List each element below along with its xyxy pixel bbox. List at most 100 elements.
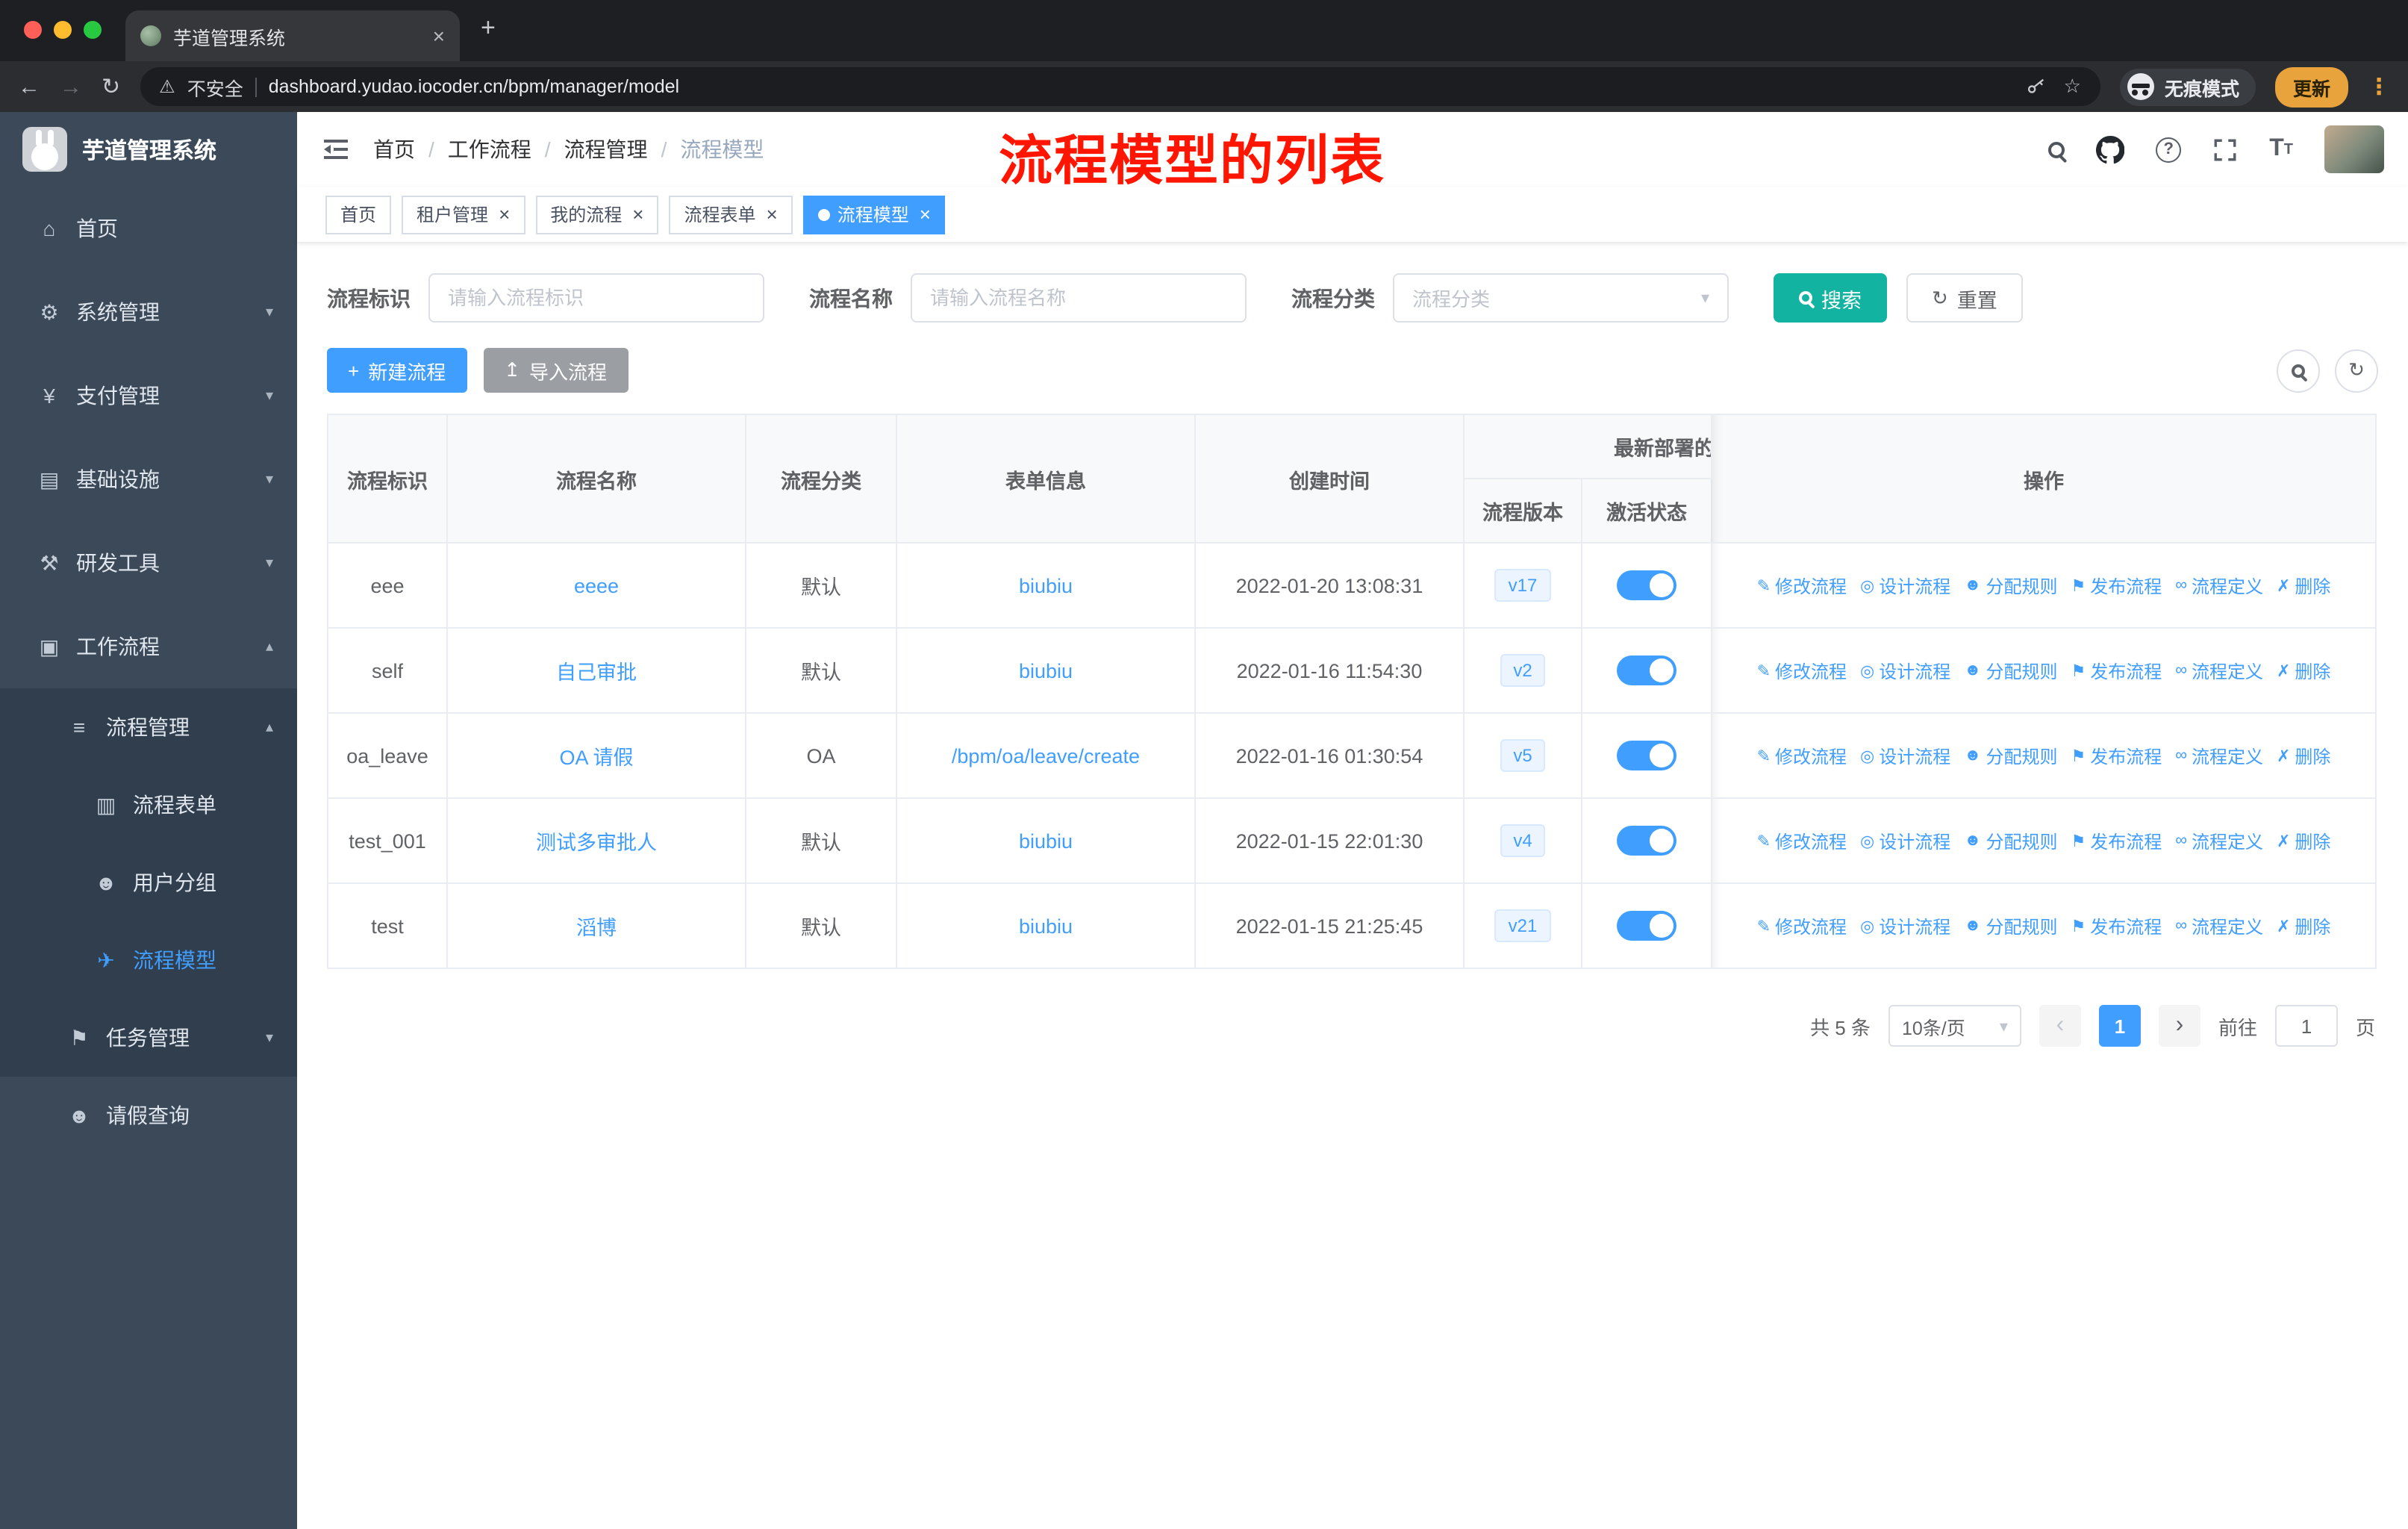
tag-process-model[interactable]: 流程模型 ×	[802, 195, 946, 234]
hamburger-icon[interactable]	[321, 134, 351, 164]
bookmark-star-icon[interactable]: ☆	[2064, 75, 2081, 99]
design-action-link[interactable]: ◎ 设计流程	[1860, 828, 1950, 853]
reset-button[interactable]: ↻ 重置	[1906, 273, 2023, 323]
form-info-link[interactable]: biubiu	[1019, 659, 1073, 682]
form-info-link[interactable]: biubiu	[1019, 574, 1073, 597]
search-icon[interactable]	[2048, 141, 2065, 158]
delete-action-link[interactable]: ✗ 删除	[2277, 913, 2330, 938]
assign-action-link[interactable]: ☻ 分配规则	[1964, 573, 2057, 598]
import-process-button[interactable]: ↥ 导入流程	[483, 348, 628, 393]
active-toggle[interactable]	[1617, 826, 1676, 856]
sidebar-item-workflow[interactable]: ▣ 工作流程 ▴	[0, 605, 297, 688]
window-close-button[interactable]	[24, 21, 42, 39]
tag-close-icon[interactable]: ×	[767, 203, 778, 225]
breadcrumb-item-home[interactable]: 首页	[373, 134, 415, 164]
active-toggle[interactable]	[1617, 741, 1676, 770]
process-name-input[interactable]	[911, 273, 1247, 323]
assign-action-link[interactable]: ☻ 分配规则	[1964, 913, 2057, 938]
forward-icon[interactable]: →	[60, 74, 82, 99]
window-minimize-button[interactable]	[54, 21, 72, 39]
sidebar-item-infrastructure[interactable]: ▤ 基础设施 ▾	[0, 437, 297, 521]
new-tab-button[interactable]: +	[481, 13, 496, 43]
sidebar-item-process-form[interactable]: ▥ 流程表单	[0, 766, 297, 844]
process-name-link[interactable]: 测试多审批人	[536, 832, 657, 854]
sidebar-item-process-mgmt[interactable]: ≡ 流程管理 ▴	[0, 688, 297, 766]
window-zoom-button[interactable]	[84, 21, 102, 39]
sidebar-item-dev-tools[interactable]: ⚒ 研发工具 ▾	[0, 521, 297, 605]
page-number-button[interactable]: 1	[2098, 1005, 2141, 1047]
tag-my-process[interactable]: 我的流程 ×	[535, 195, 659, 234]
design-action-link[interactable]: ◎ 设计流程	[1860, 573, 1950, 598]
active-toggle[interactable]	[1617, 911, 1676, 941]
publish-action-link[interactable]: ⚑ 发布流程	[2071, 743, 2162, 768]
browser-tab[interactable]: 芋道管理系统 ×	[125, 10, 460, 61]
form-info-link[interactable]: biubiu	[1019, 829, 1073, 852]
delete-action-link[interactable]: ✗ 删除	[2277, 828, 2330, 853]
delete-action-link[interactable]: ✗ 删除	[2277, 573, 2330, 598]
tag-home[interactable]: 首页	[325, 195, 392, 234]
active-toggle[interactable]	[1617, 570, 1676, 600]
prev-page-button[interactable]: ‹	[2039, 1005, 2081, 1047]
assign-action-link[interactable]: ☻ 分配规则	[1964, 743, 2057, 768]
breadcrumb-item-process-mgmt[interactable]: 流程管理	[564, 134, 648, 164]
fullscreen-icon[interactable]	[2212, 137, 2238, 162]
process-name-link[interactable]: OA 请假	[559, 747, 633, 769]
toggle-search-button[interactable]	[2277, 349, 2320, 392]
definition-action-link[interactable]: ∞ 流程定义	[2175, 828, 2263, 853]
edit-action-link[interactable]: ✎ 修改流程	[1757, 573, 1847, 598]
definition-action-link[interactable]: ∞ 流程定义	[2175, 913, 2263, 938]
help-icon[interactable]: ?	[2156, 137, 2182, 162]
address-bar[interactable]: ⚠ 不安全 dashboard.yudao.iocoder.cn/bpm/man…	[140, 67, 2100, 106]
create-process-button[interactable]: + 新建流程	[327, 348, 467, 393]
process-name-link[interactable]: 自己审批	[556, 661, 637, 684]
publish-action-link[interactable]: ⚑ 发布流程	[2071, 913, 2162, 938]
edit-action-link[interactable]: ✎ 修改流程	[1757, 913, 1847, 938]
sidebar-item-task-mgmt[interactable]: ⚑ 任务管理 ▾	[0, 999, 297, 1077]
design-action-link[interactable]: ◎ 设计流程	[1860, 913, 1950, 938]
process-name-link[interactable]: 滔博	[576, 917, 617, 939]
publish-action-link[interactable]: ⚑ 发布流程	[2071, 828, 2162, 853]
sidebar-item-leave-query[interactable]: ☻ 请假查询	[0, 1077, 297, 1154]
sidebar-item-payment-mgmt[interactable]: ¥ 支付管理 ▾	[0, 354, 297, 437]
tag-close-icon[interactable]: ×	[499, 203, 510, 225]
design-action-link[interactable]: ◎ 设计流程	[1860, 743, 1950, 768]
definition-action-link[interactable]: ∞ 流程定义	[2175, 658, 2263, 683]
delete-action-link[interactable]: ✗ 删除	[2277, 658, 2330, 683]
sidebar-item-user-group[interactable]: ☻ 用户分组	[0, 844, 297, 921]
goto-page-input[interactable]: 1	[2274, 1005, 2338, 1047]
browser-menu-icon[interactable]: ⋮	[2368, 73, 2390, 100]
publish-action-link[interactable]: ⚑ 发布流程	[2071, 658, 2162, 683]
active-toggle[interactable]	[1617, 655, 1676, 685]
password-key-icon[interactable]	[2027, 76, 2047, 97]
sidebar-item-system-mgmt[interactable]: ⚙ 系统管理 ▾	[0, 270, 297, 354]
tag-process-form[interactable]: 流程表单 ×	[669, 195, 793, 234]
process-name-link[interactable]: eeee	[574, 574, 619, 597]
next-page-button[interactable]: ›	[2158, 1005, 2200, 1047]
search-button[interactable]: 搜索	[1774, 273, 1887, 323]
tag-close-icon[interactable]: ×	[632, 203, 643, 225]
form-info-link[interactable]: biubiu	[1019, 915, 1073, 937]
refresh-table-button[interactable]: ↻	[2335, 349, 2378, 392]
publish-action-link[interactable]: ⚑ 发布流程	[2071, 573, 2162, 598]
github-icon[interactable]	[2096, 135, 2125, 164]
definition-action-link[interactable]: ∞ 流程定义	[2175, 573, 2263, 598]
page-size-select[interactable]: 10条/页 ▾	[1888, 1005, 2021, 1047]
edit-action-link[interactable]: ✎ 修改流程	[1757, 828, 1847, 853]
update-button[interactable]: 更新	[2274, 66, 2348, 107]
definition-action-link[interactable]: ∞ 流程定义	[2175, 743, 2263, 768]
reload-icon[interactable]: ↻	[102, 73, 120, 100]
category-select[interactable]: 流程分类 ▾	[1393, 273, 1729, 323]
sidebar-item-process-model[interactable]: ✈ 流程模型	[0, 921, 297, 999]
sidebar-item-home[interactable]: ⌂ 首页	[0, 187, 297, 270]
design-action-link[interactable]: ◎ 设计流程	[1860, 658, 1950, 683]
assign-action-link[interactable]: ☻ 分配规则	[1964, 658, 2057, 683]
edit-action-link[interactable]: ✎ 修改流程	[1757, 658, 1847, 683]
app-logo[interactable]: 芋道管理系统	[0, 112, 297, 187]
assign-action-link[interactable]: ☻ 分配规则	[1964, 828, 2057, 853]
back-icon[interactable]: ←	[18, 74, 40, 99]
tag-close-icon[interactable]: ×	[920, 203, 931, 225]
breadcrumb-item-workflow[interactable]: 工作流程	[448, 134, 531, 164]
delete-action-link[interactable]: ✗ 删除	[2277, 743, 2330, 768]
font-size-icon[interactable]: TT	[2269, 136, 2293, 163]
user-avatar[interactable]	[2324, 125, 2384, 173]
